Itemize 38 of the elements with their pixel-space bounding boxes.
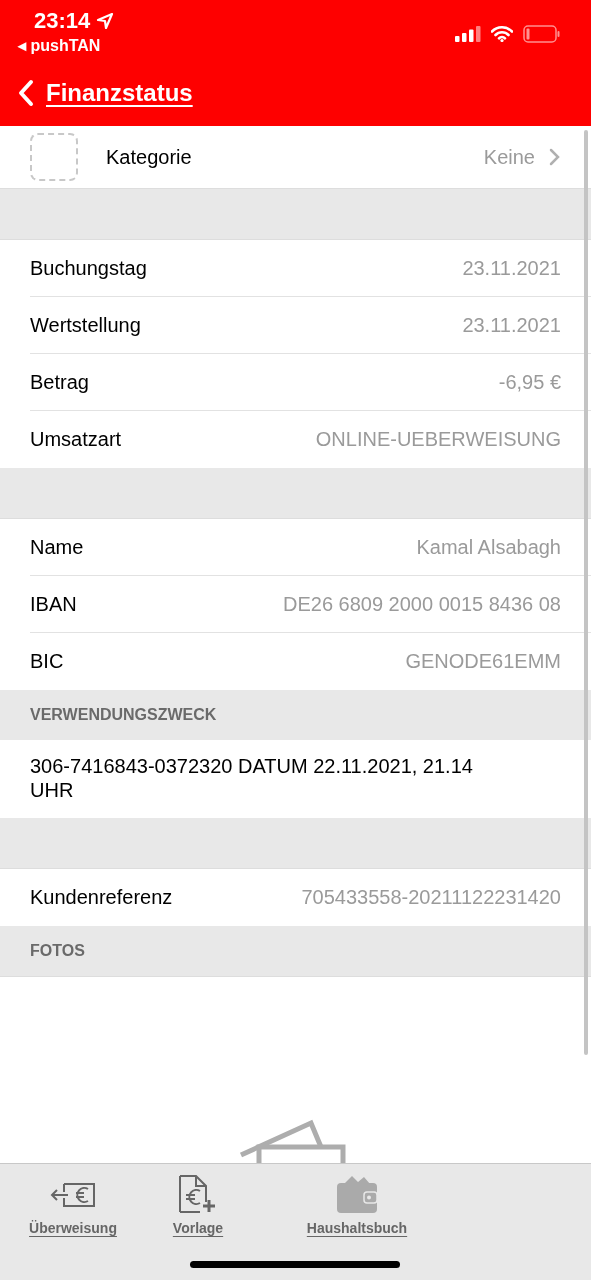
wallet-icon: [336, 1174, 378, 1214]
back-label: Finanzstatus: [46, 79, 193, 107]
arrow-euro-note-icon: [50, 1182, 96, 1208]
field-label: Name: [30, 535, 84, 559]
category-label: Kategorie: [106, 145, 193, 169]
purpose-text: 306-7416843-0372320 DATUM 22.11.2021, 21.14 UHR: [30, 755, 473, 801]
field-label: BIC: [30, 650, 64, 673]
field-value: 23.11.2021: [462, 256, 561, 280]
category-placeholder-icon: [30, 133, 78, 181]
field-label: Wertstellung: [30, 313, 141, 337]
field-label: Betrag: [30, 370, 89, 394]
signal-icon: [455, 26, 481, 42]
field-label: Kundenreferenz: [30, 886, 173, 909]
status-time: 23:14: [34, 8, 91, 34]
category-value: Keine: [483, 145, 535, 169]
field-label: Buchungstag: [30, 256, 147, 280]
location-arrow-icon: [96, 12, 115, 30]
document-euro-plus-icon: [178, 1174, 218, 1214]
tab-button[interactable]: Vorlage: [146, 1174, 250, 1236]
back-to-app-link[interactable]: ◂ pushTAN: [18, 36, 115, 55]
section-header: FOTOS: [30, 942, 85, 960]
section-header: VERWENDUNGSZWECK: [30, 706, 217, 724]
battery-icon: [523, 25, 561, 43]
back-chevron-icon: [18, 79, 34, 107]
field-value: Kamal Alsabagh: [416, 535, 561, 559]
field-label: IBAN: [30, 592, 77, 616]
wifi-icon: [491, 26, 513, 42]
field-value: DE26 6809 2000 0015 8436 08: [282, 592, 561, 616]
field-value: ONLINE-UEBERWEISUNG: [315, 428, 561, 451]
field-label: Umsatzart: [30, 428, 122, 451]
field-value: -6,95 €: [498, 370, 561, 394]
back-link[interactable]: Finanzstatus: [18, 79, 193, 107]
field-value: 705433558-20211122231420: [301, 886, 561, 909]
tab-button[interactable]: Überweisung: [0, 1174, 146, 1236]
field-value: GENODE61EMM: [405, 650, 561, 673]
field-value: 23.11.2021: [462, 313, 561, 337]
chevron-right-icon: [549, 148, 561, 166]
tab-button[interactable]: Haushaltsbuch: [274, 1174, 440, 1236]
